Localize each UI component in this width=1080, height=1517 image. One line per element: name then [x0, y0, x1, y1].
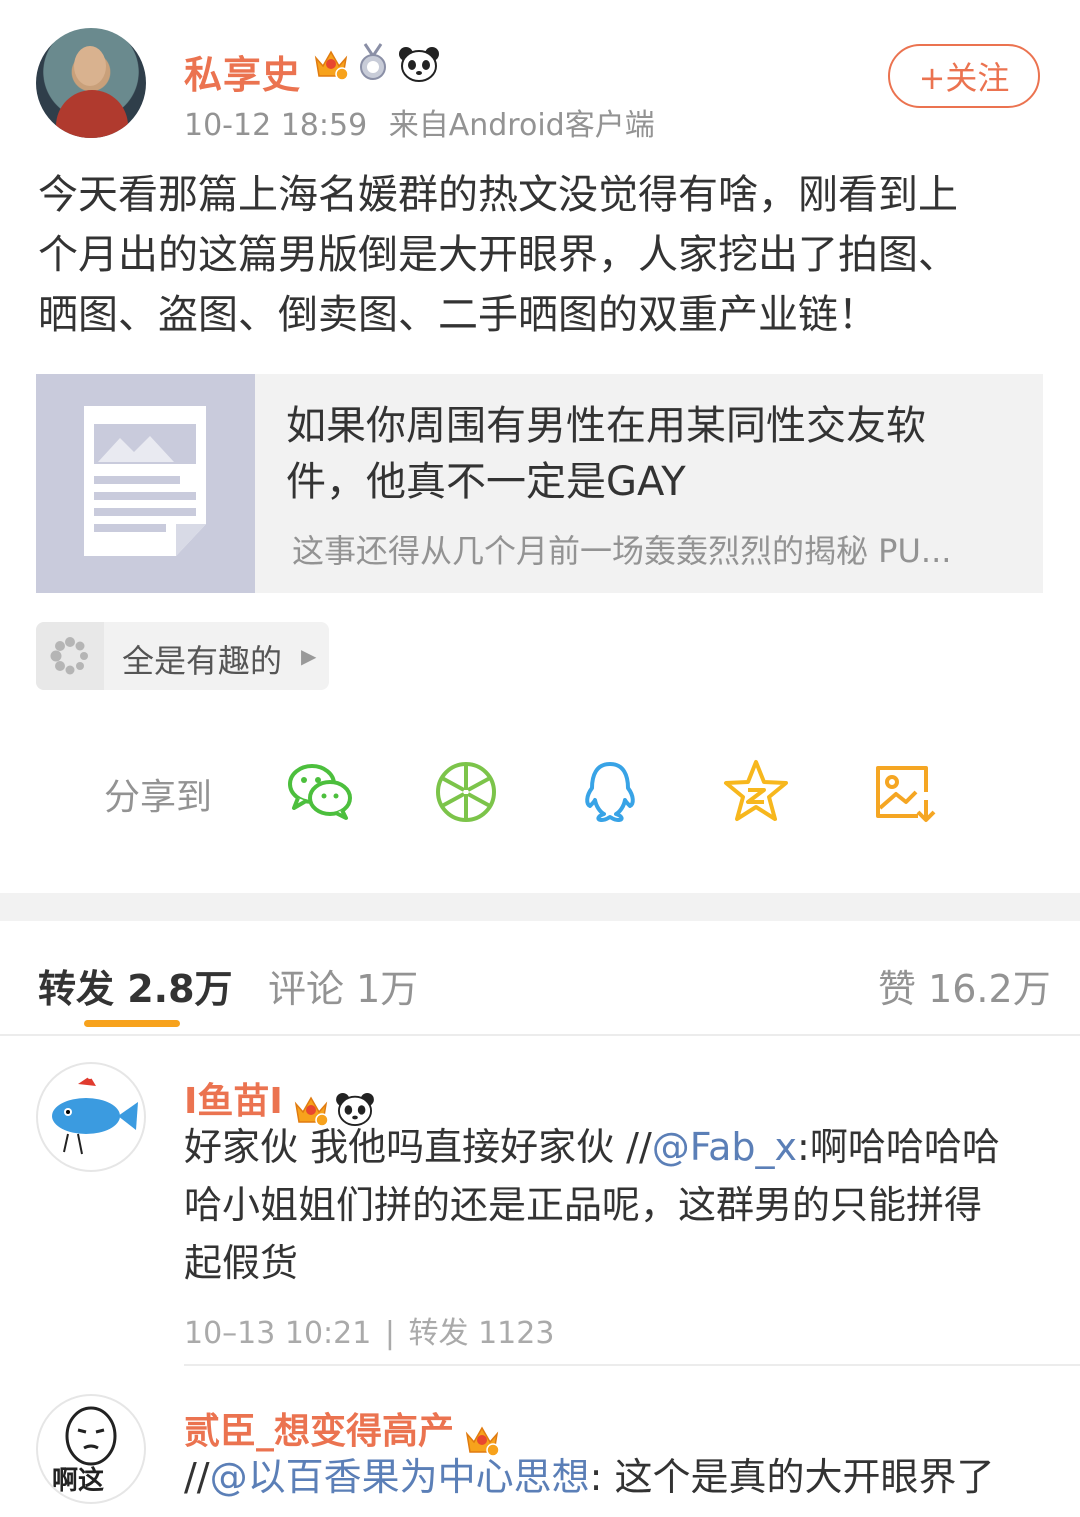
- author-avatar[interactable]: [36, 28, 146, 138]
- post-source: 来自Android客户端: [388, 108, 655, 143]
- section-divider: [0, 893, 1080, 921]
- commenter-avatar[interactable]: 啊这: [36, 1394, 146, 1504]
- article-title-line: 件，他真不一定是GAY: [286, 459, 686, 505]
- tab-likes[interactable]: 赞 16.2万: [878, 958, 1051, 1013]
- follow-button[interactable]: +关注: [888, 44, 1040, 108]
- vip-crown-icon: [314, 50, 349, 81]
- moments-icon[interactable]: [430, 756, 502, 828]
- comment-text-line: 好家伙 我他吗直接好家伙 //@Fab_x:啊哈哈哈哈: [184, 1118, 1044, 1176]
- chevron-right-icon: ▶: [301, 644, 317, 668]
- share-label: 分享到: [104, 777, 213, 818]
- medal-icon: [360, 43, 386, 80]
- post-text-line: 晒图、盗图、倒卖图、二手晒图的双重产业链！: [38, 292, 878, 338]
- commenter-name[interactable]: I鱼苗I: [184, 1081, 283, 1122]
- mention-link[interactable]: @Fab_x: [652, 1125, 797, 1169]
- post-meta: 10-12 18:59 来自Android客户端: [184, 100, 655, 144]
- comment-text: 好家伙 我他吗直接好家伙 //@Fab_x:啊哈哈哈哈 哈小姐姐们拼的还是正品呢…: [184, 1118, 1044, 1292]
- active-tab-indicator: [84, 1020, 180, 1027]
- comment-text: //@以百香果为中心思想: 这个是真的大开眼界了: [184, 1448, 1044, 1506]
- fish-avatar-icon: [52, 1073, 138, 1155]
- qq-icon[interactable]: [574, 756, 646, 828]
- commenter-name[interactable]: 贰臣_想变得高产: [184, 1411, 454, 1452]
- tabs-divider: [0, 1034, 1080, 1036]
- mention-link[interactable]: @以百香果为中心思想: [210, 1455, 590, 1499]
- author-name[interactable]: 私享史: [184, 44, 301, 99]
- comment-text-part: //: [184, 1455, 210, 1499]
- article-description: 这事还得从几个月前一场轰轰烈烈的揭秘 PU...: [292, 532, 952, 570]
- post-text-line: 今天看那篇上海名媛群的热文没觉得有啥，刚看到上: [38, 172, 958, 218]
- comment-time: 10–13 10:21: [184, 1316, 372, 1351]
- panda-icon: [399, 47, 439, 82]
- topic-chip[interactable]: 全是有趣的 ▶: [36, 622, 329, 690]
- tab-comments[interactable]: 评论 1万: [268, 958, 418, 1013]
- tab-reposts[interactable]: 转发 2.8万: [38, 958, 233, 1013]
- spinner-icon: [36, 622, 104, 690]
- article-link-card[interactable]: 如果你周围有男性在用某同性交友软 件，他真不一定是GAY 这事还得从几个月前一场…: [36, 374, 1043, 593]
- topic-chip-label: 全是有趣的: [122, 642, 283, 680]
- avatar-caption: 啊这: [52, 1466, 105, 1496]
- qzone-icon[interactable]: [720, 756, 792, 828]
- article-title: 如果你周围有男性在用某同性交友软 件，他真不一定是GAY: [286, 398, 1006, 510]
- post-text: 今天看那篇上海名媛群的热文没觉得有啥，刚看到上 个月出的这篇男版倒是大开眼界，人…: [38, 165, 1038, 345]
- article-title-line: 如果你周围有男性在用某同性交友软: [286, 403, 926, 449]
- post-text-line: 个月出的这篇男版倒是大开眼界，人家挖出了拍图、: [38, 232, 958, 278]
- wechat-icon[interactable]: [284, 756, 356, 828]
- commenter-avatar[interactable]: [36, 1062, 146, 1172]
- comment-repost-count[interactable]: 转发 1123: [409, 1316, 555, 1351]
- meta-separator: |: [384, 1316, 395, 1351]
- comment-text-part: : 这个是真的大开眼界了: [589, 1455, 995, 1499]
- save-image-icon[interactable]: [868, 756, 940, 828]
- comment-text-part: 好家伙 我他吗直接好家伙 //: [184, 1125, 652, 1169]
- comment-text-line: //@以百香果为中心思想: 这个是真的大开眼界了: [184, 1448, 1044, 1506]
- article-thumbnail-icon: [36, 374, 255, 593]
- post-time: 10-12 18:59: [184, 108, 368, 143]
- comment-meta: 10–13 10:21 | 转发 1123: [184, 1308, 554, 1352]
- comment-text-line: 哈小姐姐们拼的还是正品呢，这群男的只能拼得: [184, 1183, 983, 1227]
- comment-text-part: :啊哈哈哈哈: [797, 1125, 1000, 1169]
- comment-divider: [184, 1364, 1080, 1366]
- comment-text-line: 起假货: [184, 1241, 299, 1285]
